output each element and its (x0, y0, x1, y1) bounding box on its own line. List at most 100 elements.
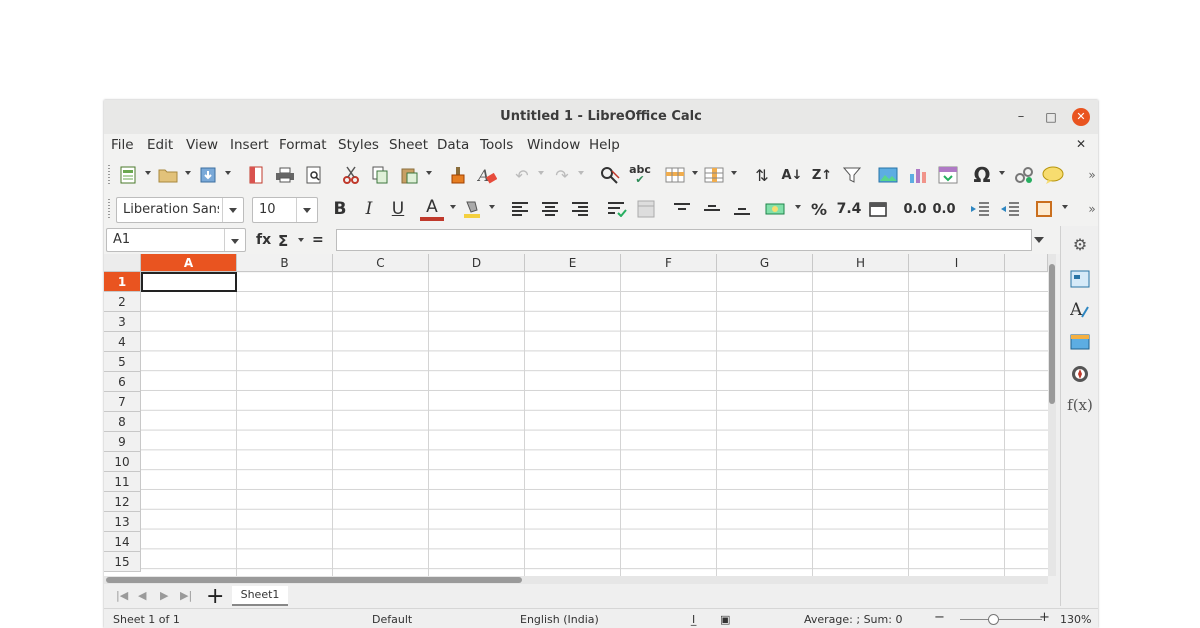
chevron-down-icon[interactable] (999, 171, 1005, 175)
maximize-button[interactable]: □ (1042, 108, 1060, 126)
save-icon[interactable] (196, 163, 220, 187)
row-header-8[interactable]: 8 (104, 412, 141, 432)
sheet-tab-sheet1[interactable]: Sheet1 (232, 586, 288, 606)
hyperlink-icon[interactable] (1012, 163, 1036, 187)
chevron-down-icon[interactable] (538, 171, 544, 175)
open-folder-icon[interactable] (156, 163, 180, 187)
chevron-down-icon[interactable] (426, 171, 432, 175)
active-cell-a1[interactable] (141, 272, 237, 292)
insert-chart-icon[interactable] (906, 163, 930, 187)
chevron-down-icon[interactable] (795, 205, 801, 209)
column-icon[interactable] (702, 163, 726, 187)
autofilter-icon[interactable] (840, 163, 864, 187)
language[interactable]: English (India) (520, 613, 599, 626)
toolbar-grip[interactable] (108, 199, 110, 219)
row-header-5[interactable]: 5 (104, 352, 141, 372)
page-style[interactable]: Default (372, 613, 412, 626)
clone-formatting-icon[interactable] (446, 163, 470, 187)
find-replace-icon[interactable] (598, 163, 622, 187)
column-header-i[interactable]: I (909, 254, 1005, 272)
row-header-7[interactable]: 7 (104, 392, 141, 412)
selection-summary[interactable]: Average: ; Sum: 0 (804, 613, 902, 626)
settings-gear-icon[interactable]: ⚙ (1069, 233, 1091, 255)
sort-descending-icon[interactable]: Z↑ (810, 163, 834, 187)
column-header-f[interactable]: F (621, 254, 717, 272)
chevron-down-icon[interactable] (692, 171, 698, 175)
chevron-down-icon[interactable] (298, 238, 304, 242)
zoom-in-button[interactable]: + (1039, 610, 1050, 625)
row-header-3[interactable]: 3 (104, 312, 141, 332)
row-header-9[interactable]: 9 (104, 432, 141, 452)
column-header-g[interactable]: G (717, 254, 813, 272)
gallery-icon[interactable] (1069, 331, 1091, 353)
menu-edit[interactable]: Edit (147, 137, 173, 153)
column-header-e[interactable]: E (525, 254, 621, 272)
pivot-table-icon[interactable] (936, 163, 960, 187)
sum-button[interactable]: Σ (278, 232, 288, 250)
navigator-icon[interactable] (1069, 363, 1091, 385)
chevron-down-icon[interactable] (450, 205, 456, 209)
chevron-down-icon[interactable] (225, 171, 231, 175)
vertical-scroll-thumb[interactable] (1049, 264, 1055, 404)
horizontal-scrollbar[interactable] (104, 576, 1048, 584)
comment-icon[interactable] (1041, 163, 1065, 187)
increase-indent-icon[interactable] (968, 197, 992, 221)
row-header-14[interactable]: 14 (104, 532, 141, 552)
column-header-j[interactable] (1005, 254, 1048, 272)
formula-input[interactable] (336, 229, 1032, 251)
align-center-icon[interactable] (538, 197, 562, 221)
function-wizard-button[interactable]: fx (256, 232, 271, 248)
zoom-slider-track[interactable] (960, 619, 1042, 620)
row-header-2[interactable]: 2 (104, 292, 141, 312)
underline-button[interactable]: U (386, 197, 410, 221)
menu-sheet[interactable]: Sheet (389, 137, 428, 153)
functions-icon[interactable]: f(x) (1067, 394, 1093, 416)
chevron-down-icon[interactable] (578, 171, 584, 175)
menu-help[interactable]: Help (589, 137, 620, 153)
export-pdf-icon[interactable] (244, 163, 268, 187)
add-sheet-button[interactable]: + (206, 584, 224, 609)
align-middle-icon[interactable] (700, 197, 724, 221)
chevron-down-icon[interactable] (224, 229, 245, 251)
font-size-combo[interactable]: 10 (252, 197, 318, 223)
redo-icon[interactable]: ↷ (550, 163, 574, 187)
row-header-4[interactable]: 4 (104, 332, 141, 352)
row-header-11[interactable]: 11 (104, 472, 141, 492)
row-header-6[interactable]: 6 (104, 372, 141, 392)
align-right-icon[interactable] (568, 197, 592, 221)
select-all-corner[interactable] (104, 254, 141, 272)
delete-decimal-button[interactable]: 0.0 (930, 197, 958, 221)
font-color-button[interactable]: A (420, 197, 444, 221)
column-header-b[interactable]: B (237, 254, 333, 272)
bold-button[interactable]: B (328, 197, 352, 221)
undo-icon[interactable]: ↶ (510, 163, 534, 187)
minimize-button[interactable]: – (1012, 108, 1030, 126)
align-left-icon[interactable] (508, 197, 532, 221)
align-top-icon[interactable] (670, 197, 694, 221)
styles-icon[interactable]: A (1069, 298, 1091, 320)
add-decimal-button[interactable]: 0.0 (901, 197, 929, 221)
special-character-icon[interactable]: Ω (970, 163, 994, 187)
row-header-10[interactable]: 10 (104, 452, 141, 472)
menu-view[interactable]: View (186, 137, 218, 153)
previous-sheet-icon[interactable]: ◀ (138, 589, 146, 602)
name-box[interactable]: A1 (106, 228, 246, 252)
print-preview-icon[interactable] (302, 163, 326, 187)
column-header-h[interactable]: H (813, 254, 909, 272)
copy-icon[interactable] (368, 163, 392, 187)
date-format-icon[interactable] (866, 197, 890, 221)
print-icon[interactable] (273, 163, 297, 187)
menu-file[interactable]: File (111, 137, 134, 153)
chevron-down-icon[interactable] (489, 205, 495, 209)
menu-insert[interactable]: Insert (230, 137, 269, 153)
horizontal-scroll-thumb[interactable] (106, 577, 522, 583)
toolbar-grip[interactable] (108, 165, 110, 185)
more-tools-icon[interactable]: » (1080, 163, 1098, 187)
chevron-down-icon[interactable] (1062, 205, 1068, 209)
merge-cells-icon[interactable] (634, 197, 658, 221)
zoom-out-button[interactable]: − (934, 610, 945, 625)
row-header-15[interactable]: 15 (104, 552, 141, 572)
zoom-slider-knob[interactable] (988, 614, 999, 625)
row-header-12[interactable]: 12 (104, 492, 141, 512)
currency-format-icon[interactable] (764, 197, 788, 221)
